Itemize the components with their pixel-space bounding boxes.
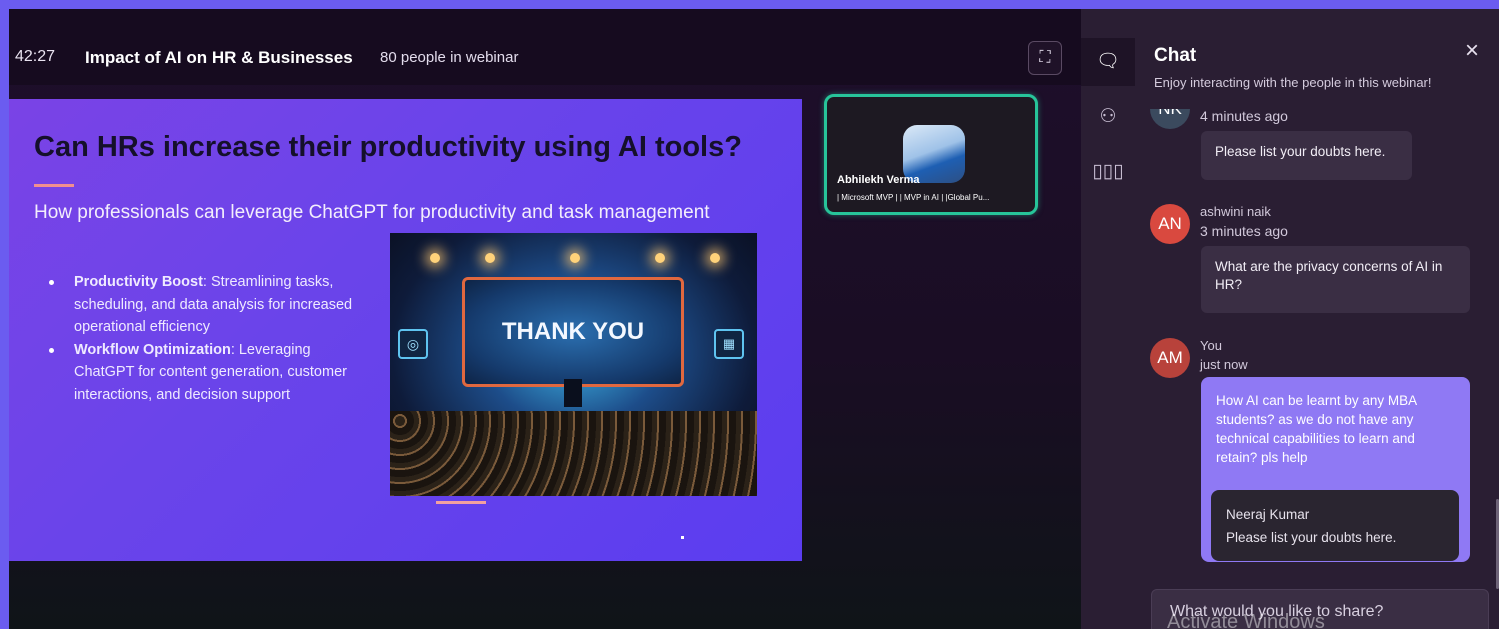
thank-you-text: THANK YOU — [501, 318, 645, 345]
message-bubble: What are the privacy concerns of AI in H… — [1201, 246, 1470, 313]
webinar-title: Impact of AI on HR & Businesses — [85, 48, 353, 67]
side-icon-bar: 🗨 ⚇ ▯▯▯ — [1081, 9, 1135, 629]
speaker-tags: | Microsoft MVP | | MVP in AI | |Global … — [837, 193, 990, 202]
slide-bullets: Productivity Boost: Streamlining tasks, … — [49, 271, 369, 406]
people-tab[interactable]: ⚇ — [1081, 93, 1135, 141]
slide-title: Can HRs increase their productivity usin… — [34, 131, 742, 163]
webinar-frame: 42:27 Impact of AI on HR & Businesses 80… — [9, 9, 1499, 629]
windows-activation-watermark: Activate Windows — [1167, 611, 1325, 629]
podium — [564, 379, 582, 407]
session-timer: 42:27 — [15, 48, 56, 65]
fullscreen-button[interactable]: ⛶ — [1028, 41, 1062, 75]
quoted-reply[interactable]: Neeraj Kumar Please list your doubts her… — [1211, 490, 1459, 561]
message-time: 4 minutes ago — [1200, 108, 1288, 124]
chat-title: Chat — [1154, 45, 1197, 66]
speaker-tile[interactable]: Abhilekh Verma | Microsoft MVP | | MVP i… — [824, 94, 1038, 215]
quoted-reply-text: Please list your doubts here. — [1226, 530, 1397, 545]
expand-icon: ⛶ — [1039, 49, 1051, 66]
poll-tab[interactable]: ▯▯▯ — [1081, 148, 1135, 196]
screen-logo-icon: ◎ — [398, 329, 428, 359]
message-time: just now — [1200, 357, 1248, 372]
slide-image-underline — [436, 501, 486, 504]
slide-pointer-dot — [681, 536, 684, 539]
poll-icon: ▯▯▯ — [1092, 161, 1124, 182]
audience-crowd — [390, 411, 757, 496]
avatar: AM — [1150, 338, 1190, 378]
speaker-name: Abhilekh Verma — [837, 174, 920, 186]
chat-subtitle: Enjoy interacting with the people in thi… — [1154, 75, 1432, 90]
message-time: 3 minutes ago — [1200, 223, 1288, 239]
slide-title-rule — [34, 184, 74, 187]
chat-icon: 🗨 — [1095, 51, 1121, 72]
slide-subtitle: How professionals can leverage ChatGPT f… — [34, 202, 710, 223]
thank-you-image: ◎ ▦ THANK YOU — [390, 233, 757, 496]
attendee-count: 80 people in webinar — [380, 49, 519, 66]
my-message-text: How AI can be learnt by any MBA students… — [1216, 393, 1417, 465]
chat-tab[interactable]: 🗨 — [1081, 38, 1135, 86]
message-sender: You — [1200, 338, 1222, 353]
message-sender: ashwini naik — [1200, 204, 1271, 219]
people-icon: ⚇ — [1099, 106, 1117, 127]
chat-header: Chat Enjoy interacting with the people i… — [1135, 9, 1499, 109]
screen-grid-icon: ▦ — [714, 329, 744, 359]
stage-screen: THANK YOU — [462, 277, 684, 387]
message-bubble: Please list your doubts here. — [1201, 131, 1412, 180]
bullet-item: Productivity Boost: Streamlining tasks, … — [49, 271, 369, 339]
quoted-reply-name: Neeraj Kumar — [1226, 507, 1310, 522]
top-bar: 42:27 Impact of AI on HR & Businesses 80… — [9, 9, 1081, 85]
avatar: AN — [1150, 204, 1190, 244]
presentation-slide: Can HRs increase their productivity usin… — [9, 99, 802, 561]
stage-lights — [390, 253, 757, 273]
chat-panel: Chat Enjoy interacting with the people i… — [1135, 9, 1499, 629]
close-icon[interactable]: × — [1465, 37, 1479, 65]
bullet-item: Workflow Optimization: Leveraging ChatGP… — [49, 339, 369, 407]
my-message-bubble: How AI can be learnt by any MBA students… — [1201, 377, 1470, 562]
